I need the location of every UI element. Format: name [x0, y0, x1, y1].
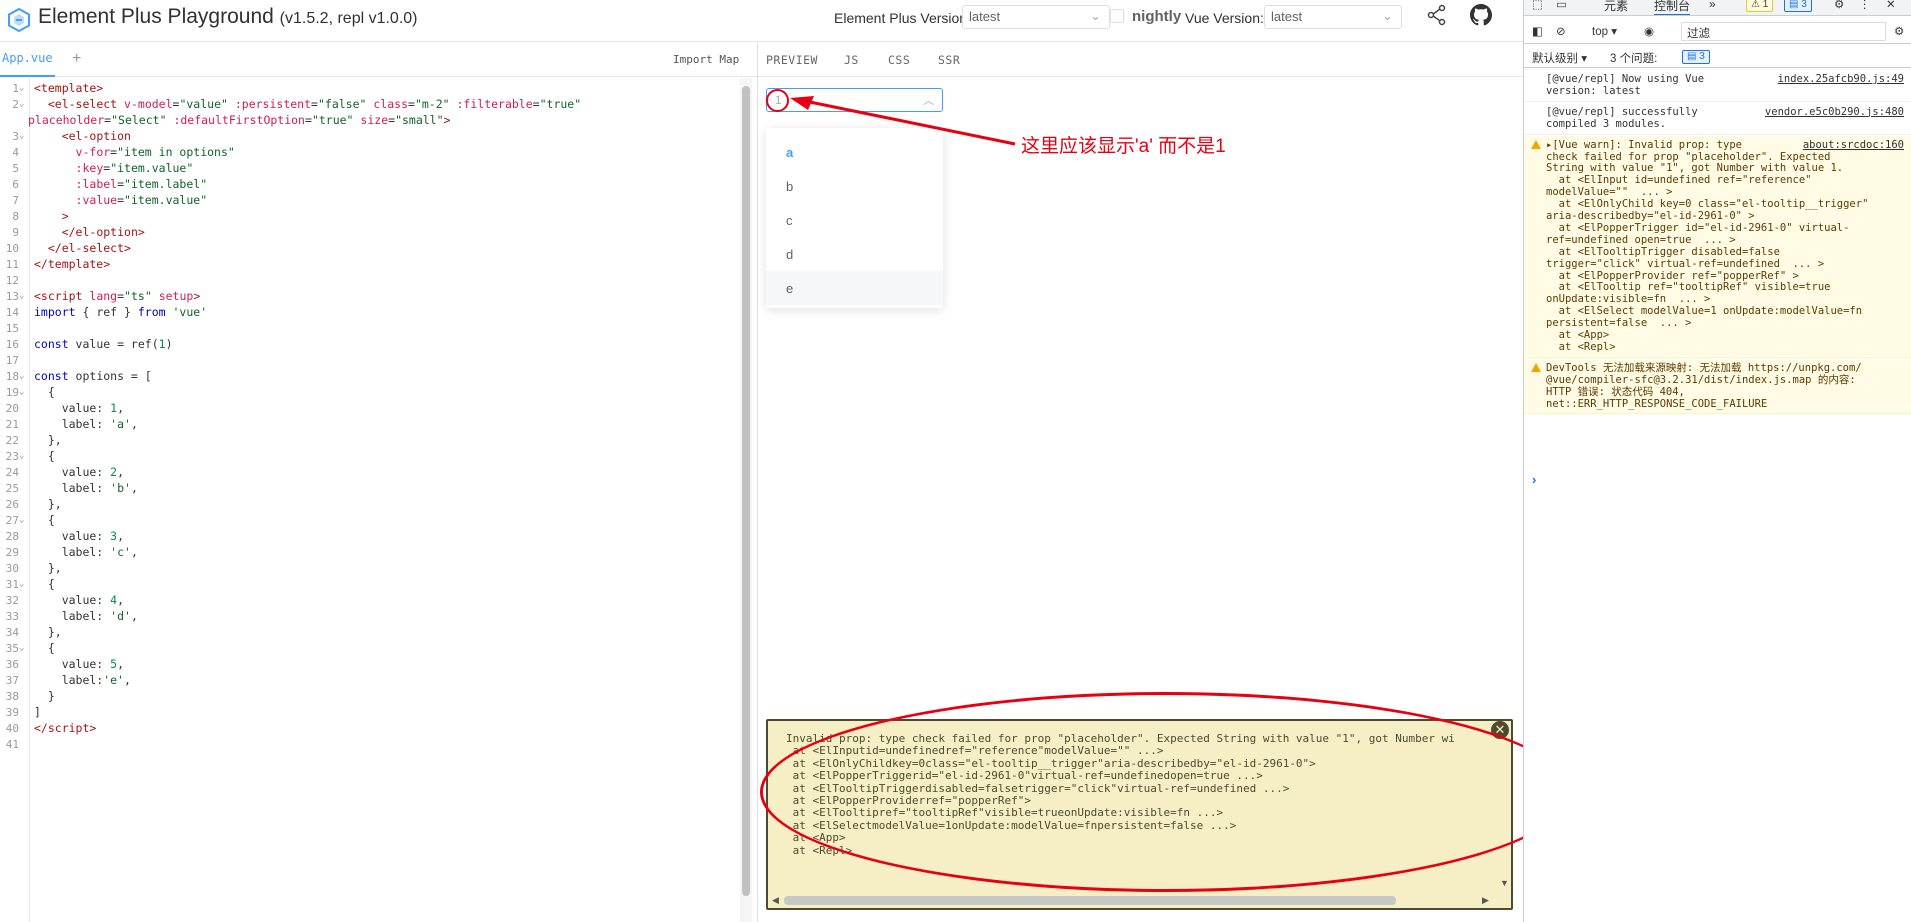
app-header: Element Plus Playground (v1.5.2, repl v1… — [0, 0, 1523, 42]
option-e[interactable]: e — [766, 271, 943, 305]
tab-elements[interactable]: 元素 — [1604, 0, 1628, 14]
annotation-arrow — [790, 96, 1016, 146]
scroll-left-icon[interactable]: ◀ — [772, 895, 779, 906]
code-line: 41 — [0, 735, 740, 754]
console-message-text: [@vue/repl] successfully compiled 3 modu… — [1546, 105, 1698, 130]
console-message-text: DevTools 无法加载来源映射: 无法加载 https://unpkg.co… — [1546, 361, 1862, 410]
log-level-select[interactable]: 默认级别 ▾ — [1532, 50, 1587, 66]
issues-badge[interactable]: ▤ 3 — [1682, 50, 1710, 64]
option-d[interactable]: d — [766, 237, 943, 271]
console-message: DevTools 无法加载来源映射: 无法加载 https://unpkg.co… — [1524, 358, 1911, 415]
scroll-down-icon[interactable]: ▼ — [1500, 878, 1509, 888]
source-link[interactable]: about:srcdoc:160 — [1803, 139, 1904, 152]
editor-tab-bar: App.vue + Import Map — [0, 43, 757, 77]
source-link[interactable]: vendor.e5c0b290.js:480 — [1765, 106, 1904, 119]
tab-css[interactable]: CSS — [888, 53, 910, 67]
warning-count: 1 — [1762, 0, 1769, 10]
more-options-icon[interactable]: ⋮ — [1859, 0, 1871, 11]
option-b[interactable]: b — [766, 169, 943, 203]
message-count: 3 — [1801, 0, 1807, 10]
warning-icon — [1531, 362, 1541, 372]
element-plus-version-value: latest — [969, 9, 1001, 24]
tab-ssr[interactable]: SSR — [938, 53, 960, 67]
device-icon[interactable]: ▭ — [1556, 0, 1567, 11]
share-icon[interactable] — [1427, 4, 1447, 26]
console-levels-bar: 默认级别 ▾ 3 个问题: ▤ 3 — [1524, 46, 1911, 68]
clear-console-icon[interactable]: ⊘ — [1556, 24, 1566, 38]
vue-version-label: Vue Version: — [1185, 10, 1264, 26]
eye-icon[interactable]: ◉ — [1644, 24, 1654, 38]
console-message-text: ▸[Vue warn]: Invalid prop: type check fa… — [1546, 138, 1869, 353]
context-select[interactable]: top ▾ — [1592, 24, 1617, 38]
tab-js[interactable]: JS — [844, 53, 859, 67]
add-file-button[interactable]: + — [72, 50, 81, 68]
file-tab-app-vue[interactable]: App.vue — [0, 43, 55, 77]
chevron-down-icon: ⌄ — [1090, 8, 1101, 23]
warning-icon — [1531, 139, 1541, 149]
option-c[interactable]: c — [766, 203, 943, 237]
version-text: (v1.5.2, repl v1.0.0) — [279, 10, 418, 27]
import-map-tab[interactable]: Import Map — [673, 53, 739, 66]
element-plus-version-label: Element Plus Version: — [834, 10, 971, 26]
pane-divider[interactable] — [757, 43, 758, 922]
more-tabs-icon[interactable]: » — [1709, 0, 1716, 11]
annotation-text: 这里应该显示'a' 而不是1 — [1021, 136, 1226, 157]
console-message-text: [@vue/repl] Now using Vue version: lates… — [1546, 73, 1705, 97]
context-value: top — [1592, 26, 1608, 38]
tab-console[interactable]: 控制台 — [1654, 0, 1691, 15]
title-text: Element Plus Playground — [38, 5, 274, 28]
github-icon[interactable] — [1470, 4, 1492, 26]
close-devtools-icon[interactable]: ✕ — [1886, 0, 1896, 11]
chevron-down-icon: ⌄ — [1382, 8, 1393, 23]
console-message: [@vue/repl] successfully compiled 3 modu… — [1524, 103, 1911, 135]
warning-count-badge[interactable]: ⚠ 1 — [1746, 0, 1774, 12]
element-plus-logo-icon — [8, 8, 30, 32]
issues-count: 3 — [1699, 51, 1705, 62]
issues-label[interactable]: 3 个问题: — [1610, 50, 1657, 66]
vue-version-value: latest — [1271, 9, 1303, 24]
console-toolbar: ◧ ⊘ top ▾ ◉ 过滤 ⚙ — [1524, 20, 1911, 44]
vue-version-select[interactable]: latest ⌄ — [1264, 5, 1402, 29]
console-filter-input[interactable]: 过滤 — [1681, 22, 1886, 41]
scroll-right-icon[interactable]: ▶ — [1482, 895, 1489, 906]
message-count-badge[interactable]: ▤ 3 — [1784, 0, 1812, 12]
devtools-tab-bar: ⬚ ▭ 元素 控制台 » ⚠ 1 ▤ 3 ⚙ ⋮ ✕ — [1524, 0, 1911, 16]
inspect-icon[interactable]: ⬚ — [1532, 0, 1543, 11]
preview-tab-bar: PREVIEW JS CSS SSR — [758, 43, 1523, 77]
nightly-checkbox[interactable] — [1110, 9, 1124, 23]
settings-icon[interactable]: ⚙ — [1834, 0, 1844, 11]
annotation-ellipse — [760, 692, 1571, 892]
console-message: [@vue/repl] Now using Vue version: lates… — [1524, 70, 1911, 102]
editor-scrollbar-thumb[interactable] — [742, 86, 750, 896]
log-level-value: 默认级别 — [1532, 53, 1578, 65]
code-editor[interactable]: 1 ⌄ <template> 2 ⌄ <el-select v-model="value… — [0, 78, 740, 922]
console-message: ▸[Vue warn]: Invalid prop: type check fa… — [1524, 135, 1911, 358]
source-link[interactable]: index.25afcb90.js:49 — [1778, 73, 1904, 86]
console-prompt[interactable]: › — [1532, 472, 1536, 487]
filter-placeholder: 过滤 — [1687, 28, 1710, 40]
app-title: Element Plus Playground (v1.5.2, repl v1… — [38, 5, 418, 29]
tab-preview[interactable]: PREVIEW — [766, 53, 818, 67]
sidebar-toggle-icon[interactable]: ◧ — [1532, 24, 1543, 38]
console-settings-icon[interactable]: ⚙ — [1894, 24, 1904, 38]
element-plus-version-select[interactable]: latest ⌄ — [962, 5, 1110, 29]
line-number: 41 — [5, 738, 19, 751]
nightly-label: nightly — [1132, 8, 1182, 25]
error-scrollbar-thumb[interactable] — [784, 896, 1396, 905]
devtools-panel: ⬚ ▭ 元素 控制台 » ⚠ 1 ▤ 3 ⚙ ⋮ ✕ ◧ ⊘ top ▾ ◉ 过… — [1523, 0, 1911, 922]
